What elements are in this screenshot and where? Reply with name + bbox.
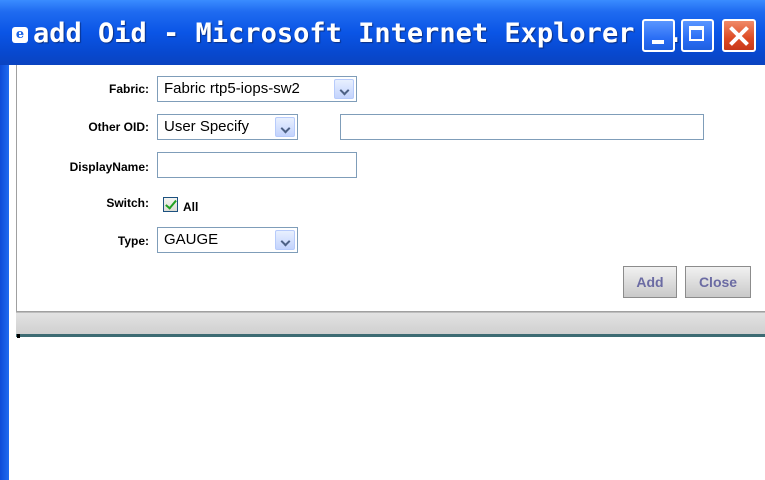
chevron-down-icon[interactable] (334, 79, 354, 99)
switch-label: Switch: (106, 196, 149, 210)
ie-icon: e (12, 27, 28, 43)
other-oid-label: Other OID: (88, 120, 149, 134)
switch-all-checkbox[interactable] (163, 197, 178, 212)
type-select[interactable]: GAUGE (157, 227, 298, 253)
divider-handle (17, 334, 20, 338)
display-name-label: DisplayName: (69, 160, 149, 174)
other-oid-select[interactable]: User Specify (157, 114, 298, 140)
minimize-button[interactable] (642, 19, 675, 52)
fabric-label: Fabric: (108, 82, 149, 96)
divider-band (16, 312, 765, 335)
window-title: add Oid - Microsoft Internet Explorer ..… (33, 18, 700, 49)
window-content: Fabric: Fabric rtp5-iops-sw2 Other OID: … (9, 65, 765, 480)
type-select-value: GAUGE (164, 231, 219, 248)
chevron-down-icon[interactable] (275, 117, 295, 137)
display-name-input[interactable] (157, 152, 357, 178)
fabric-select-value: Fabric rtp5-iops-sw2 (164, 80, 300, 97)
type-label: Type: (117, 234, 149, 248)
divider-line (16, 334, 765, 337)
switch-all-label[interactable]: All (183, 200, 198, 214)
window-frame-left (0, 65, 9, 480)
close-button[interactable]: Close (685, 266, 751, 298)
other-oid-select-value: User Specify (164, 118, 250, 135)
add-oid-form: Fabric: Fabric rtp5-iops-sw2 Other OID: … (16, 65, 765, 312)
fabric-select[interactable]: Fabric rtp5-iops-sw2 (157, 76, 357, 102)
close-window-button[interactable] (722, 19, 756, 52)
add-button[interactable]: Add (623, 266, 677, 298)
maximize-button[interactable] (681, 19, 714, 52)
chevron-down-icon[interactable] (275, 230, 295, 250)
title-bar[interactable]: e add Oid - Microsoft Internet Explorer … (0, 0, 765, 66)
other-oid-input[interactable] (340, 114, 704, 140)
